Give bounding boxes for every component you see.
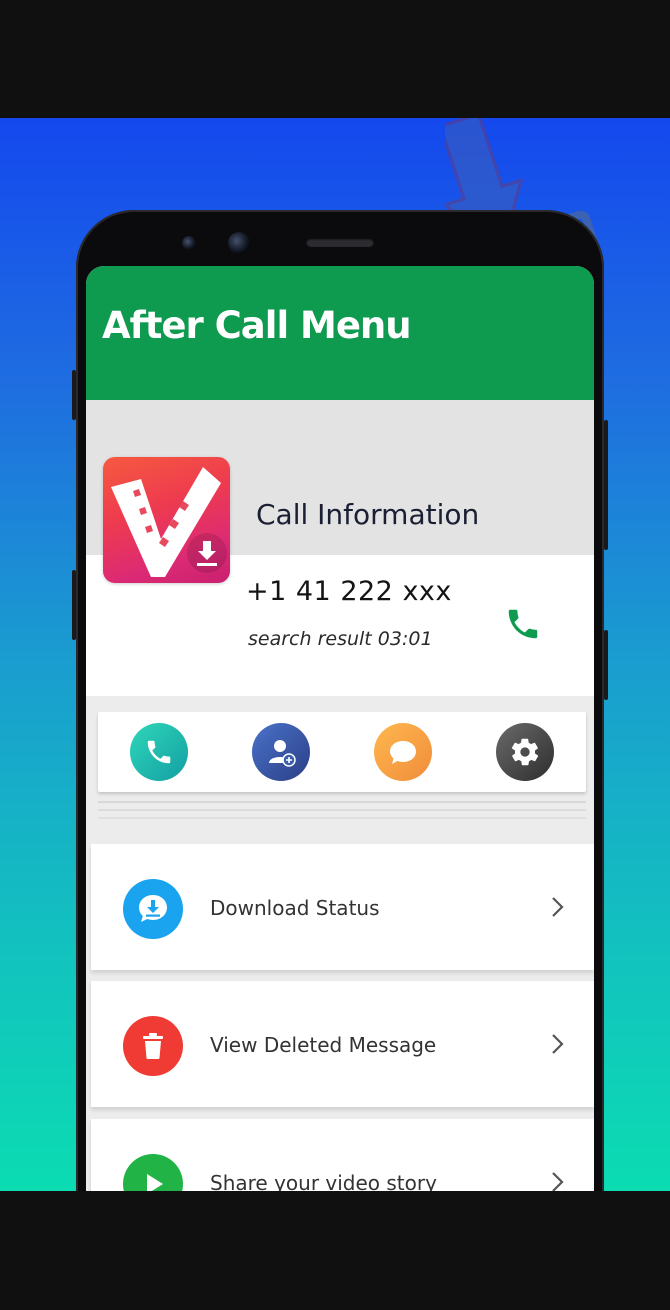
quick-actions-bar [98,712,586,792]
chevron-right-icon [552,1172,564,1191]
front-camera [228,232,250,254]
earpiece-speaker [306,238,374,247]
app-screen: After Call Menu Call Information +1 41 2… [86,266,594,1191]
phone-icon[interactable] [504,605,542,643]
phone-icon [147,740,171,764]
chevron-right-icon [552,897,564,917]
phone-side-button [72,370,76,420]
add-contact-button[interactable] [252,723,310,781]
video-downloader-app-icon [103,457,230,583]
chevron-right-icon [552,1034,564,1054]
letterbox-top [0,0,670,118]
call-subtitle: search result 03:01 [248,628,433,650]
menu-item-share-video-story[interactable]: Share your video story [91,1119,594,1191]
caller-number: +1 41 222 xxx [246,576,452,607]
settings-button[interactable] [496,723,554,781]
menu-item-label: Download Status [210,896,380,920]
menu-item-label: View Deleted Message [210,1033,437,1057]
trash-icon [123,1016,183,1076]
add-contact-icon [269,740,296,767]
promo-background: After Call Menu Call Information +1 41 2… [0,118,670,1191]
menu-item-view-deleted-message[interactable]: View Deleted Message [91,981,594,1107]
call-info-title: Call Information [256,498,480,531]
download-icon [123,879,183,939]
play-icon [123,1154,183,1191]
front-sensor [182,236,196,250]
phone-side-button [72,570,76,640]
message-button[interactable] [374,723,432,781]
gear-icon [511,738,539,766]
menu-item-label: Share your video story [210,1171,437,1191]
phone-side-button [604,420,608,550]
letterbox-bottom [0,1191,670,1310]
page-title: After Call Menu [102,304,412,347]
phone-frame: After Call Menu Call Information +1 41 2… [72,210,608,1191]
phone-side-button [604,630,608,700]
app-header: After Call Menu [86,266,594,400]
menu-item-download-status[interactable]: Download Status [91,844,594,970]
quick-call-button[interactable] [130,723,188,781]
chat-bubble-icon [390,741,416,764]
separator [98,801,586,819]
